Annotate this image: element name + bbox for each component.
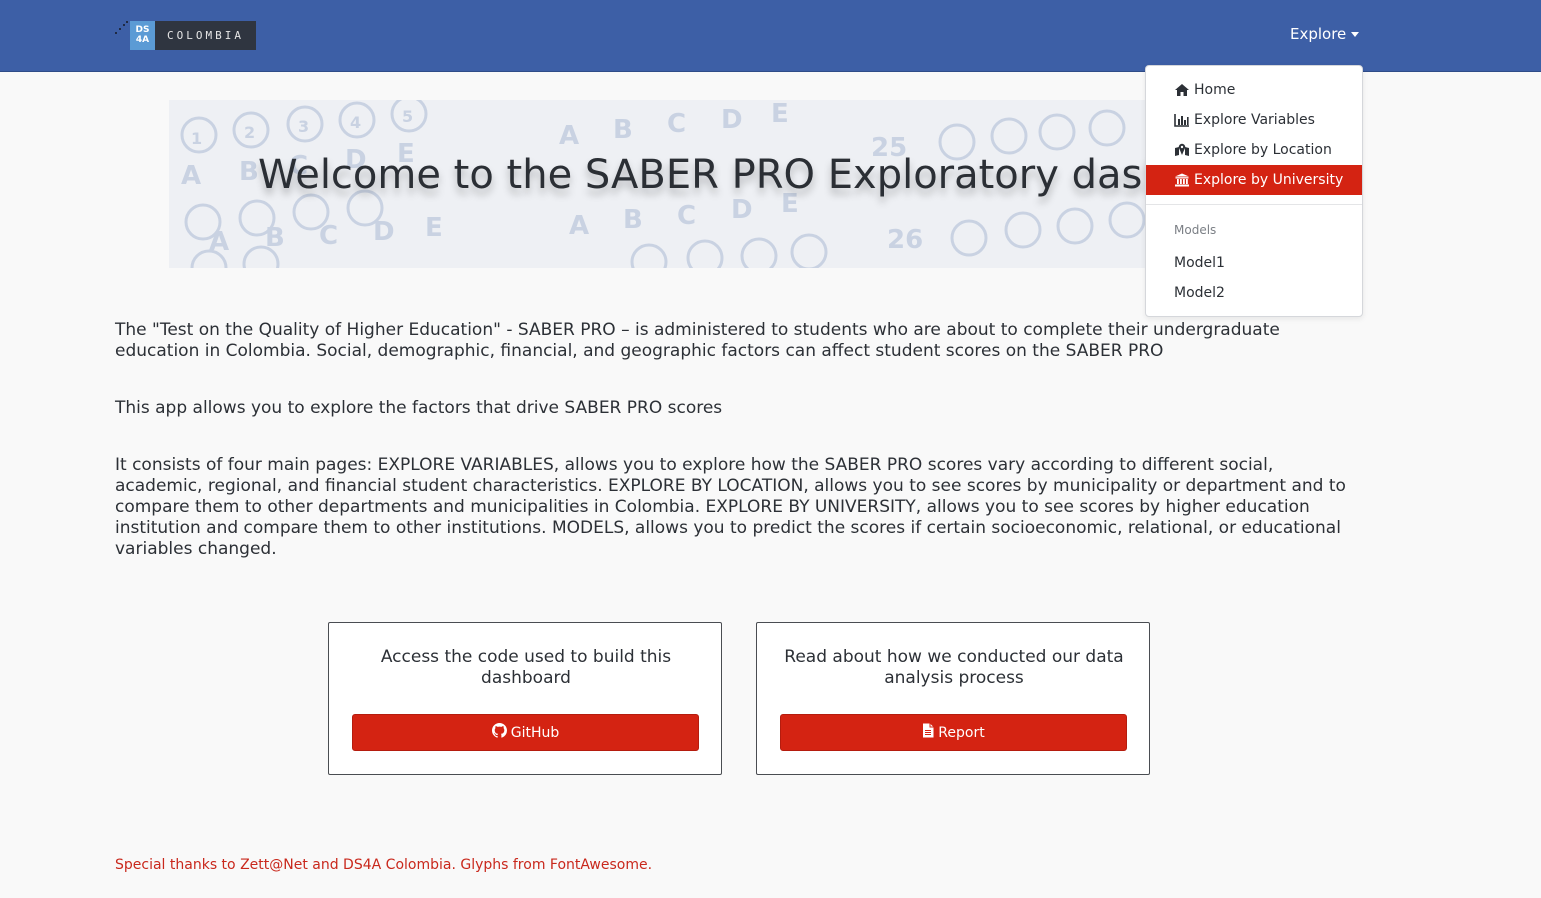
svg-text:3: 3 <box>298 117 309 136</box>
file-icon <box>922 723 934 742</box>
map-marker-icon <box>1174 143 1190 157</box>
svg-text:E: E <box>425 213 443 243</box>
github-icon <box>491 723 507 742</box>
menu-item-label: Explore by Location <box>1194 142 1332 158</box>
report-button-label: Report <box>938 724 985 741</box>
svg-text:A: A <box>569 211 589 241</box>
svg-text:C: C <box>677 201 696 231</box>
university-icon <box>1174 173 1190 187</box>
svg-text:B: B <box>623 205 643 235</box>
bar-chart-icon <box>1174 113 1190 127</box>
menu-item-model1[interactable]: Model1 <box>1146 248 1362 278</box>
page-title: Welcome to the SABER PRO Exploratory das… <box>258 152 1169 198</box>
svg-text:B: B <box>265 223 285 253</box>
intro-paragraph-2: This app allows you to explore the facto… <box>115 398 723 418</box>
menu-section-header: Models <box>1174 223 1217 237</box>
menu-item-home[interactable]: Home <box>1146 75 1362 105</box>
caret-down-icon <box>1351 31 1360 37</box>
hero-banner: 12345 ABCDE ABCDE ABCDE ABCDE 25 26 Welco… <box>169 100 1169 268</box>
logo-colombia-text: COLOMBIA <box>155 20 256 50</box>
svg-text:E: E <box>771 100 789 129</box>
svg-text:B: B <box>239 157 259 187</box>
github-button[interactable]: GitHub <box>352 714 699 751</box>
svg-text:4: 4 <box>350 113 361 132</box>
svg-text:B: B <box>613 115 633 145</box>
svg-text:D: D <box>721 105 743 135</box>
menu-item-model2[interactable]: Model2 <box>1146 278 1362 308</box>
menu-item-label: Explore by University <box>1194 172 1344 188</box>
report-card: Read about how we conducted our data ana… <box>756 622 1150 775</box>
intro-paragraph-1: The "Test on the Quality of Higher Educa… <box>115 320 1280 361</box>
logo-ds4a-box: DS 4A <box>130 20 155 50</box>
menu-item-label: Model2 <box>1174 285 1225 301</box>
menu-divider <box>1146 204 1362 205</box>
code-card: Access the code used to build this dashb… <box>328 622 722 775</box>
menu-item-label: Home <box>1194 82 1236 98</box>
svg-text:A: A <box>181 161 201 191</box>
intro-paragraph-3: It consists of four main pages: EXPLORE … <box>115 455 1346 559</box>
logo-ds-text: DS <box>135 25 150 35</box>
svg-text:A: A <box>559 121 579 151</box>
svg-text:C: C <box>319 221 338 251</box>
svg-text:1: 1 <box>191 129 202 148</box>
menu-item-explore-by-university[interactable]: Explore by University <box>1146 165 1362 195</box>
menu-item-label: Explore Variables <box>1194 112 1315 128</box>
menu-item-explore-by-location[interactable]: Explore by Location <box>1146 135 1362 165</box>
svg-text:D: D <box>731 195 753 225</box>
svg-text:2: 2 <box>244 123 255 142</box>
top-navbar: DS 4A COLOMBIA Explore <box>0 0 1541 72</box>
logo-4a-text: 4A <box>135 35 150 45</box>
menu-item-explore-variables[interactable]: Explore Variables <box>1146 105 1362 135</box>
explore-dropdown-toggle[interactable]: Explore <box>1290 25 1360 43</box>
code-card-text: Access the code used to build this dashb… <box>380 647 672 688</box>
explore-dropdown-menu: Home Explore Variables Explore by Locati… <box>1145 65 1363 317</box>
logo-dots <box>113 20 130 50</box>
brand-logo[interactable]: DS 4A COLOMBIA <box>113 20 256 50</box>
report-button[interactable]: Report <box>780 714 1127 751</box>
footer-credits: Special thanks to Zett@Net and DS4A Colo… <box>115 857 653 873</box>
menu-item-label: Model1 <box>1174 255 1225 271</box>
svg-text:5: 5 <box>402 107 413 126</box>
svg-text:A: A <box>209 227 229 257</box>
svg-text:C: C <box>667 109 686 139</box>
svg-text:D: D <box>373 217 395 247</box>
explore-label: Explore <box>1290 25 1347 43</box>
svg-text:26: 26 <box>887 225 923 255</box>
report-card-text: Read about how we conducted our data ana… <box>784 647 1124 688</box>
github-button-label: GitHub <box>510 724 560 741</box>
home-icon <box>1174 83 1190 97</box>
